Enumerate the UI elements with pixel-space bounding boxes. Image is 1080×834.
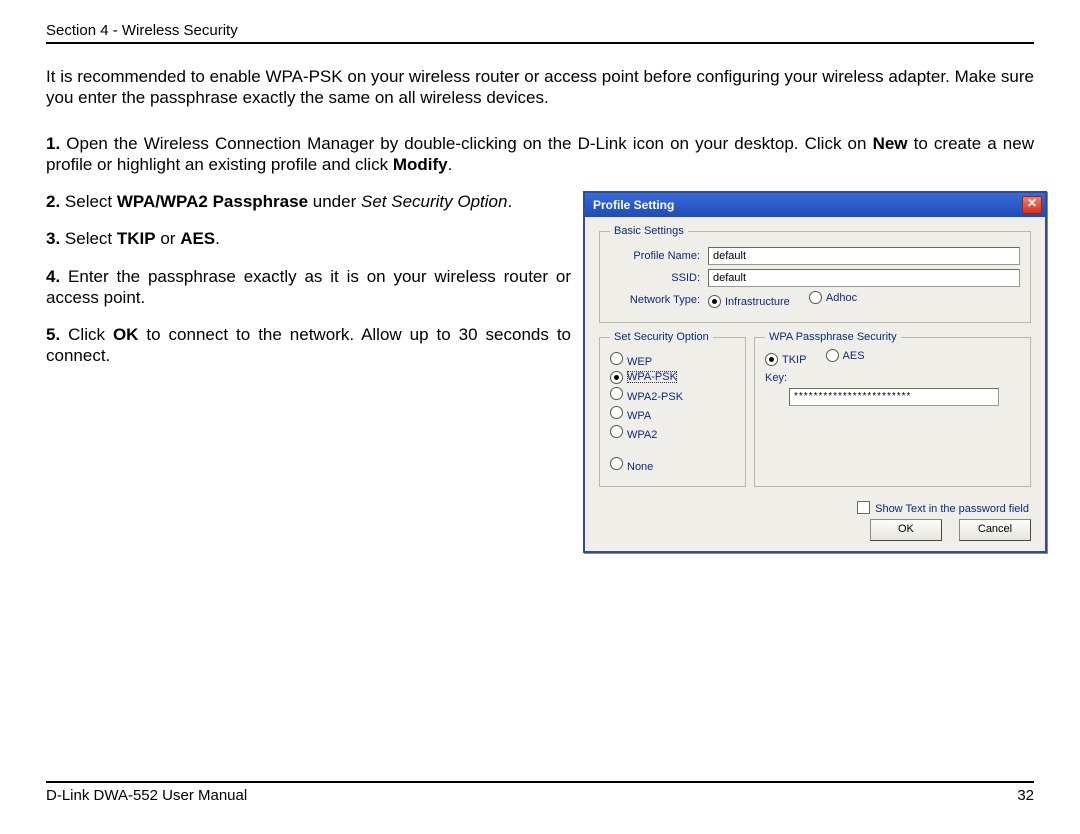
step-5: 5. Click OK to connect to the network. A… — [46, 324, 571, 367]
dialog-title: Profile Setting — [593, 198, 674, 212]
basic-settings-fieldset: Basic Settings Profile Name: default SSI… — [599, 225, 1031, 323]
radio-icon — [610, 371, 623, 384]
footer-manual-name: D-Link DWA-552 User Manual — [46, 787, 247, 804]
section-header: Section 4 - Wireless Security — [46, 22, 1034, 44]
key-label: Key: — [765, 372, 1020, 384]
step-3: 3. Select TKIP or AES. — [46, 228, 571, 249]
key-input[interactable]: ************************ — [789, 388, 999, 406]
profile-setting-dialog: Profile Setting ✕ Basic Settings Profile… — [583, 191, 1047, 553]
cipher-tkip-radio[interactable]: TKIP — [765, 353, 806, 366]
radio-icon — [826, 349, 839, 362]
ok-button[interactable]: OK — [870, 519, 942, 541]
footer-page-number: 32 — [1017, 787, 1034, 804]
page-footer: D-Link DWA-552 User Manual 32 — [46, 781, 1034, 804]
profile-name-input[interactable]: default — [708, 247, 1020, 265]
security-none-radio[interactable]: None — [610, 457, 735, 473]
security-wpa2-psk-radio[interactable]: WPA2-PSK — [610, 387, 735, 403]
security-wpa2-radio[interactable]: WPA2 — [610, 425, 735, 441]
section-header-text: Section 4 - Wireless Security — [46, 22, 238, 39]
radio-icon — [809, 291, 822, 304]
step-4: 4. Enter the passphrase exactly as it is… — [46, 266, 571, 309]
network-type-adhoc-radio[interactable]: Adhoc — [809, 291, 857, 304]
security-wpa-radio[interactable]: WPA — [610, 406, 735, 422]
close-icon[interactable]: ✕ — [1022, 196, 1042, 214]
security-wep-radio[interactable]: WEP — [610, 352, 735, 368]
intro-paragraph: It is recommended to enable WPA-PSK on y… — [46, 66, 1034, 109]
network-type-infrastructure-radio[interactable]: Infrastructure — [708, 295, 790, 308]
basic-settings-legend: Basic Settings — [610, 225, 688, 237]
wpa-passphrase-fieldset: WPA Passphrase Security TKIP AES Key: **… — [754, 331, 1031, 487]
radio-icon — [610, 406, 623, 419]
profile-name-label: Profile Name: — [610, 250, 708, 262]
radio-icon — [610, 457, 623, 470]
network-type-label: Network Type: — [610, 294, 708, 306]
ssid-input[interactable]: default — [708, 269, 1020, 287]
step-number: 5. — [46, 325, 60, 344]
step-number: 3. — [46, 229, 60, 248]
security-wpa-psk-radio[interactable]: WPA-PSK — [610, 371, 735, 384]
show-password-checkbox[interactable] — [857, 501, 870, 514]
radio-icon — [708, 295, 721, 308]
step-number: 2. — [46, 192, 60, 211]
step-number: 1. — [46, 134, 60, 153]
cancel-button[interactable]: Cancel — [959, 519, 1031, 541]
radio-icon — [610, 387, 623, 400]
step-1: 1. Open the Wireless Connection Manager … — [46, 133, 1034, 176]
ssid-label: SSID: — [610, 272, 708, 284]
radio-icon — [765, 353, 778, 366]
radio-icon — [610, 425, 623, 438]
dialog-titlebar[interactable]: Profile Setting ✕ — [585, 193, 1045, 217]
cipher-aes-radio[interactable]: AES — [826, 349, 865, 362]
step-number: 4. — [46, 267, 60, 286]
step-2: 2. Select WPA/WPA2 Passphrase under Set … — [46, 191, 571, 212]
wpa-passphrase-legend: WPA Passphrase Security — [765, 331, 901, 343]
security-option-fieldset: Set Security Option WEP WPA-PSK WPA2-PSK… — [599, 331, 746, 487]
security-option-legend: Set Security Option — [610, 331, 713, 343]
radio-icon — [610, 352, 623, 365]
show-password-label: Show Text in the password field — [875, 503, 1029, 515]
